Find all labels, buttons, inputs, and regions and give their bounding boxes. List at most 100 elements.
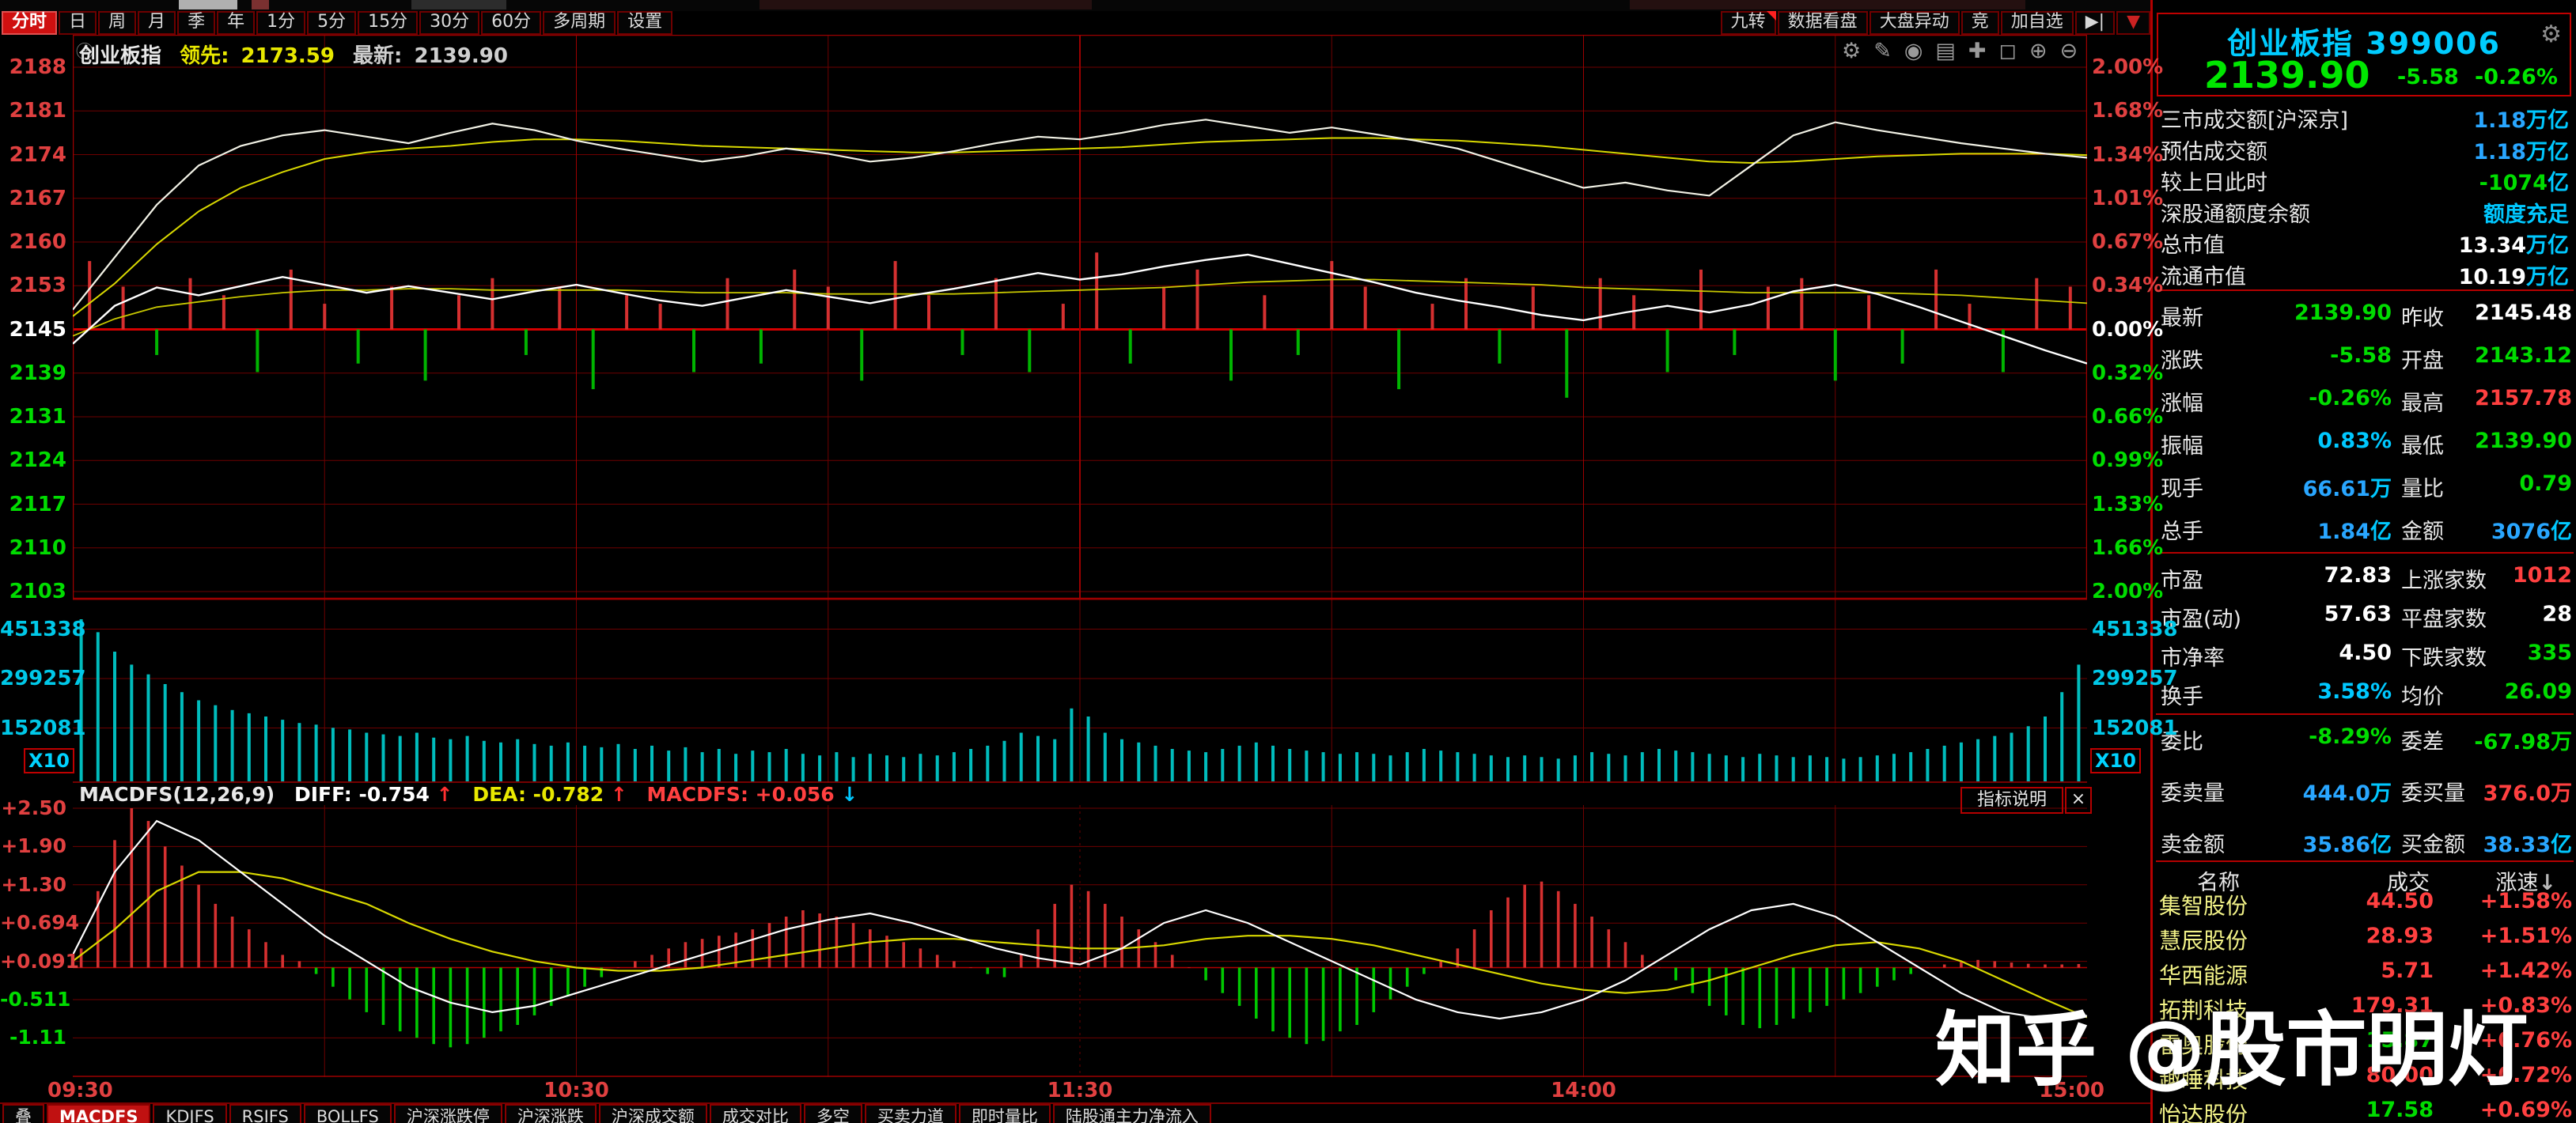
indicator-help-button[interactable]: 指标说明 xyxy=(1960,787,2063,814)
info-row-label: 较上日此时 xyxy=(2161,165,2267,196)
close-icon[interactable]: × xyxy=(2065,787,2092,814)
volume-bar xyxy=(130,664,133,781)
pencil-icon[interactable]: ✎ xyxy=(1873,40,1892,63)
volume-bar xyxy=(617,744,620,781)
tick-volume-bar-up xyxy=(390,287,393,330)
period-tab-年[interactable]: 年 xyxy=(217,11,255,35)
macd-hist-bar-down xyxy=(315,968,318,974)
indicator-tab-BOLLFS[interactable]: BOLLFS xyxy=(304,1104,392,1123)
next-period-icon[interactable]: ▶| xyxy=(2075,11,2115,35)
stock-row[interactable]: 集智股份44.50+1.58% xyxy=(2153,889,2576,924)
valuation-row: 26.09 xyxy=(2438,679,2572,704)
indicator-tab-沪深涨跌[interactable]: 沪深涨跌 xyxy=(505,1104,597,1123)
period-tab-季[interactable]: 季 xyxy=(177,11,215,35)
period-tab-60分[interactable]: 60分 xyxy=(481,11,541,35)
toolbar-button-数据看盘[interactable]: 数据看盘 xyxy=(1778,11,1868,35)
period-tab-多周期[interactable]: 多周期 xyxy=(543,11,616,35)
price-axis-label: 2174 xyxy=(0,143,66,167)
quote-row-value: 2143.12 xyxy=(2475,343,2572,368)
period-tab-5分[interactable]: 5分 xyxy=(307,11,356,35)
toolbar-button-大盘异动[interactable]: 大盘异动 xyxy=(1869,11,1960,35)
period-tab-周[interactable]: 周 xyxy=(98,11,136,35)
stock-row[interactable]: 慧辰股份28.93+1.51% xyxy=(2153,924,2576,959)
indicator-tab-沪深涨跌停[interactable]: 沪深涨跌停 xyxy=(394,1104,502,1123)
macd-hist-bar-down xyxy=(1305,968,1309,1045)
clipped-toolbar-fragment xyxy=(1630,0,2025,9)
indicator-tab-KDJFS[interactable]: KDJFS xyxy=(153,1104,226,1123)
indicator-tab-买卖力道[interactable]: 买卖力道 xyxy=(865,1104,957,1123)
macd-hist-bar-up xyxy=(80,948,83,967)
zoom-in-icon[interactable]: ⊕ xyxy=(2029,40,2048,63)
gear-icon[interactable]: ⚙ xyxy=(1842,40,1861,63)
stock-price-value: 5.71 xyxy=(2381,959,2434,983)
toolbar-button-九转[interactable]: 九转 xyxy=(1721,11,1776,35)
macd-hist-bar-up xyxy=(147,821,150,967)
tick-volume-bar-up xyxy=(1364,287,1367,330)
info-row-value: 万亿 xyxy=(2526,265,2569,289)
indicator-tab-叠[interactable]: 叠 xyxy=(2,1104,44,1123)
order-row: 35.86亿 xyxy=(2241,827,2392,858)
indicator-tab-RSIFS[interactable]: RSIFS xyxy=(229,1104,301,1123)
quote-row-value: 亿 xyxy=(2551,520,2572,544)
valuation-row-value: 28 xyxy=(2542,602,2572,626)
order-row: -67.98万 xyxy=(2438,724,2572,755)
macd-hist-bar-down xyxy=(366,968,369,1012)
period-tab-15分[interactable]: 15分 xyxy=(358,11,418,35)
valuation-row: 28 xyxy=(2438,602,2572,626)
volume-bar xyxy=(1624,755,1627,781)
macd-hist-bar-up xyxy=(1608,929,1611,967)
lock-icon[interactable]: ◻ xyxy=(1999,40,2017,63)
period-tab-30分[interactable]: 30分 xyxy=(419,11,479,35)
macd-hist-bar-down xyxy=(331,968,335,987)
price-axis-label: 2160 xyxy=(0,230,66,254)
indicator-tab-陆股通主力净流入[interactable]: 陆股通主力净流入 xyxy=(1053,1104,1211,1123)
macd-hist-bar-up xyxy=(1020,955,1023,967)
macd-hist-bar-up xyxy=(718,936,721,967)
indicator-tab-多空[interactable]: 多空 xyxy=(804,1104,862,1123)
volume-bar xyxy=(348,729,351,781)
macd-hist-bar-down xyxy=(1674,968,1677,981)
volume-bar xyxy=(164,684,167,781)
period-tab-月[interactable]: 月 xyxy=(138,11,176,35)
zoom-out-icon[interactable]: ⊖ xyxy=(2060,40,2078,63)
period-tab-分时[interactable]: 分时 xyxy=(2,11,57,35)
stock-change-value: +1.58% xyxy=(2480,889,2572,913)
macd-hist-bar-up xyxy=(2078,964,2081,968)
tick-volume-bar-down xyxy=(357,330,360,364)
settings-gear-icon[interactable]: ⚙ xyxy=(2540,21,2562,48)
tick-volume-bar-down xyxy=(1834,330,1837,381)
quote-row: -5.58 xyxy=(2241,343,2392,368)
period-tab-日[interactable]: 日 xyxy=(59,11,97,35)
price-axis-label: 2153 xyxy=(0,274,66,297)
volume-bar xyxy=(1943,746,1946,781)
volume-bar xyxy=(818,755,821,781)
toolbox-icon[interactable]: ▤ xyxy=(1935,40,1956,63)
macd-hist-bar-down xyxy=(1775,968,1779,1026)
panel-separator xyxy=(2156,860,2574,862)
hand-pan-icon[interactable]: ✚ xyxy=(1968,40,1987,63)
macd-hist-bar-down xyxy=(1741,968,1744,1026)
toolbar-button-竞[interactable]: 竞 xyxy=(1961,11,1999,35)
volume-bar xyxy=(1406,752,1409,781)
price-axis-label: 2103 xyxy=(0,580,66,603)
valuation-row-value: 57.63 xyxy=(2324,602,2392,626)
indicator-tab-MACDFS[interactable]: MACDFS xyxy=(47,1104,150,1123)
dropdown-icon[interactable]: ▼ xyxy=(2116,11,2150,35)
panel-separator xyxy=(2156,713,2574,715)
percent-axis-label: 2.00% xyxy=(2092,580,2149,603)
indicator-tab-即时量比[interactable]: 即时量比 xyxy=(959,1104,1051,1123)
eye-icon[interactable]: ◉ xyxy=(1904,40,1923,63)
macd-hist-bar-up xyxy=(1188,968,1191,969)
macd-hist-bar-down xyxy=(1422,968,1426,974)
quote-row: -0.26% xyxy=(2241,386,2392,410)
indicator-tab-沪深成交额[interactable]: 沪深成交额 xyxy=(599,1104,707,1123)
indicator-tab-成交对比[interactable]: 成交对比 xyxy=(710,1104,801,1123)
period-tab-设置[interactable]: 设置 xyxy=(617,11,672,35)
volume-bar xyxy=(667,751,670,781)
volume-bar xyxy=(2060,692,2063,781)
tick-volume-bar-down xyxy=(424,330,427,381)
period-tab-1分[interactable]: 1分 xyxy=(256,11,305,35)
volume-axis-label: 299257 xyxy=(2092,667,2158,690)
toolbar-button-加自选[interactable]: 加自选 xyxy=(2001,11,2074,35)
volume-bar xyxy=(1540,757,1544,781)
